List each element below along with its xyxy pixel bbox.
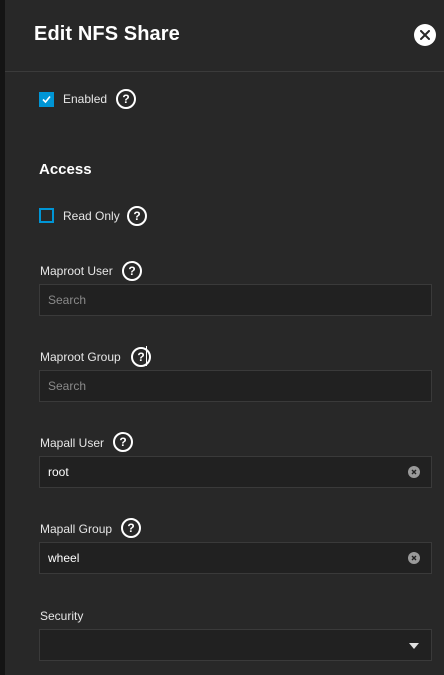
clear-icon [411, 469, 417, 475]
text-cursor [146, 346, 147, 366]
clear-button[interactable] [408, 552, 420, 564]
mapall-user-label: Mapall User [40, 436, 105, 450]
edit-nfs-share-panel: Edit NFS Share Enabled ? Access Read Onl… [5, 0, 444, 675]
mapall-group-label: Mapall Group [40, 522, 113, 536]
chevron-down-icon [409, 643, 419, 649]
clear-icon [411, 555, 417, 561]
help-icon[interactable]: ? [127, 206, 147, 226]
read-only-label: Read Only [63, 209, 120, 223]
help-icon[interactable]: ? [122, 261, 142, 281]
enabled-label: Enabled [63, 92, 108, 106]
help-icon[interactable]: ? [113, 432, 133, 452]
panel-title: Edit NFS Share [34, 23, 180, 45]
check-icon [42, 95, 51, 104]
close-button[interactable] [414, 24, 436, 46]
security-label: Security [40, 609, 84, 623]
clear-button[interactable] [408, 466, 420, 478]
panel-header: Edit NFS Share [5, 0, 444, 72]
help-icon[interactable]: ? [121, 518, 141, 538]
security-select[interactable] [39, 629, 432, 661]
maproot-group-input[interactable] [48, 371, 398, 401]
maproot-user-label: Maproot User [40, 264, 113, 278]
close-icon [420, 30, 430, 40]
maproot-user-input[interactable] [48, 285, 398, 315]
mapall-group-input[interactable] [48, 543, 398, 573]
access-section-title: Access [39, 161, 92, 178]
read-only-checkbox[interactable] [39, 208, 54, 223]
mapall-user-field [39, 456, 432, 488]
maproot-group-label: Maproot Group [40, 350, 121, 364]
maproot-group-field [39, 370, 432, 402]
help-icon[interactable]: ? [116, 89, 136, 109]
enabled-checkbox[interactable] [39, 92, 54, 107]
mapall-group-field [39, 542, 432, 574]
mapall-user-input[interactable] [48, 457, 398, 487]
help-icon[interactable]: ? [131, 347, 151, 367]
maproot-user-field [39, 284, 432, 316]
